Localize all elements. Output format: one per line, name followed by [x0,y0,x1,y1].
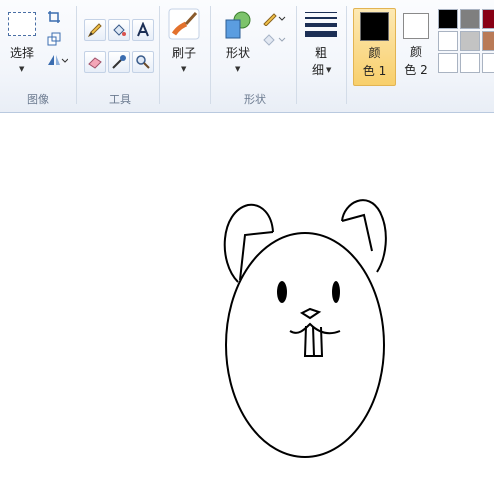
resize-icon[interactable] [47,32,61,46]
color1-label-line2: 色 1 [362,64,387,78]
palette-swatch[interactable] [438,53,458,73]
color2-swatch [403,13,429,39]
fill-tool[interactable] [108,19,130,41]
brush-icon [168,8,200,40]
select-rectangle-icon [8,12,36,36]
right-inner-ear [341,213,373,252]
pencil-tool[interactable] [84,19,106,41]
color1-button[interactable]: 颜 色 1 [353,8,396,86]
color-picker-icon [112,55,126,69]
color1-label-line1: 颜 [368,46,381,60]
shapes-label: 形状 [225,46,250,60]
eraser-icon [88,57,102,69]
separator [346,6,347,104]
ribbon: 选择 ▼ 图像 工具 刷子 ▼ 形状 ▼ 形状 粗 细 ▼ 颜 色 1 颜 色 … [0,0,494,113]
color2-label-line2: 色 2 [404,63,428,77]
eraser-tool[interactable] [84,51,106,73]
right-ear [341,199,387,273]
rotate-icon[interactable] [46,53,68,67]
outline-icon[interactable] [262,12,286,26]
shapes-button[interactable]: 形状 ▼ [218,8,258,80]
brushes-label: 刷子 [171,46,196,60]
color1-swatch [360,12,389,41]
color2-label-line1: 颜 [409,45,422,59]
palette-swatch[interactable] [482,53,494,73]
group-label-shapes: 形状 [244,93,266,106]
shapes-icon [225,11,251,39]
size-label-line1: 粗 [314,46,327,60]
magnifier-tool[interactable] [132,51,154,73]
palette-swatch[interactable] [482,9,494,29]
crop-icon[interactable] [47,10,61,24]
brushes-dropdown-icon: ▼ [181,65,187,73]
left-ear [223,203,274,283]
right-eye [332,281,340,303]
separator [210,6,211,104]
separator [159,6,160,104]
palette-swatch[interactable] [460,31,480,51]
left-eye [277,281,287,303]
group-label-tools: 工具 [109,93,131,106]
shapes-dropdown-icon: ▼ [235,65,241,73]
select-label: 选择 [9,46,34,60]
drawing-canvas[interactable] [0,113,494,474]
text-icon [137,22,149,37]
palette-swatch[interactable] [482,31,494,51]
nose [299,307,322,320]
separator [76,6,77,104]
pencil-icon [87,23,102,38]
mouth [289,322,341,335]
palette-swatch[interactable] [460,53,480,73]
magnifier-icon [136,55,150,69]
select-dropdown-icon: ▼ [19,65,25,73]
fill-icon[interactable] [262,33,286,47]
select-button[interactable]: 选择 ▼ [4,8,40,78]
brushes-button[interactable]: 刷子 ▼ [164,8,204,80]
palette-swatch[interactable] [438,31,458,51]
palette-swatch[interactable] [438,9,458,29]
group-label-image: 图像 [27,93,49,106]
size-lines-icon [305,12,337,37]
separator [296,6,297,104]
size-button[interactable]: 粗 细 ▼ [302,8,340,80]
text-tool[interactable] [132,19,154,41]
left-tooth [303,325,313,357]
color-picker-tool[interactable] [108,51,130,73]
drawing [223,199,387,458]
size-dropdown-icon: ▼ [326,66,332,74]
fill-bucket-icon [113,24,126,36]
palette-swatch[interactable] [460,9,480,29]
color2-button[interactable]: 颜 色 2 [398,8,434,84]
